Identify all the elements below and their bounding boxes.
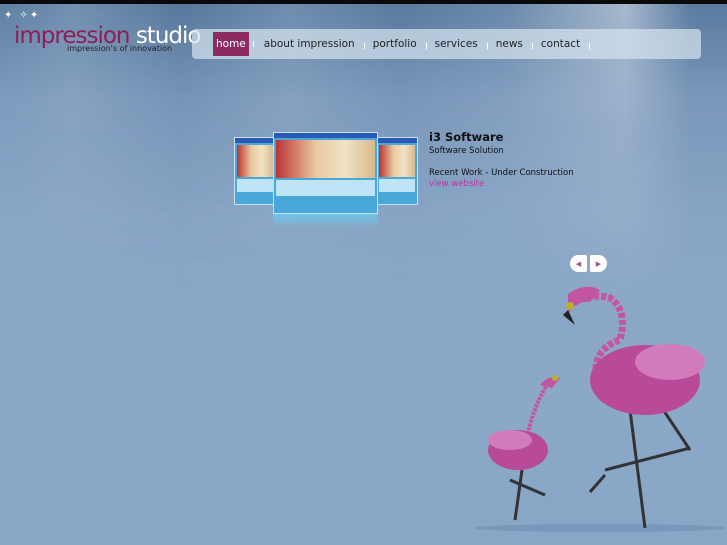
- main-nav: home about impression portfolio services…: [192, 29, 701, 59]
- logo-tagline: impression's of innovation: [67, 44, 173, 53]
- logo[interactable]: ✦ ✧✦ impression studio impression's of i…: [4, 10, 201, 58]
- feature-status: Recent Work - Under Construction: [429, 168, 574, 178]
- stars-icon: ✦ ✧✦: [4, 10, 41, 21]
- nav-services[interactable]: services: [430, 34, 488, 54]
- portfolio-screenshots[interactable]: [234, 130, 418, 230]
- feature-subtitle: Software Solution: [429, 146, 504, 156]
- nav-portfolio[interactable]: portfolio: [368, 34, 427, 54]
- nav-about-impression[interactable]: about impression: [259, 34, 365, 54]
- screenshot-left: [234, 137, 276, 205]
- robot-flamingos-illustration: [475, 286, 725, 532]
- nav-contact[interactable]: contact: [536, 34, 591, 54]
- feature-title: i3 Software: [429, 130, 504, 144]
- nav-news[interactable]: news: [491, 34, 534, 54]
- screenshot-center: [273, 132, 378, 214]
- feature-info: i3 Software Software Solution Recent Wor…: [429, 130, 574, 189]
- view-website-link[interactable]: view website: [429, 179, 574, 189]
- nav-home[interactable]: home: [213, 32, 254, 56]
- screenshot-reflection: [273, 214, 378, 228]
- screenshot-right: [376, 137, 418, 205]
